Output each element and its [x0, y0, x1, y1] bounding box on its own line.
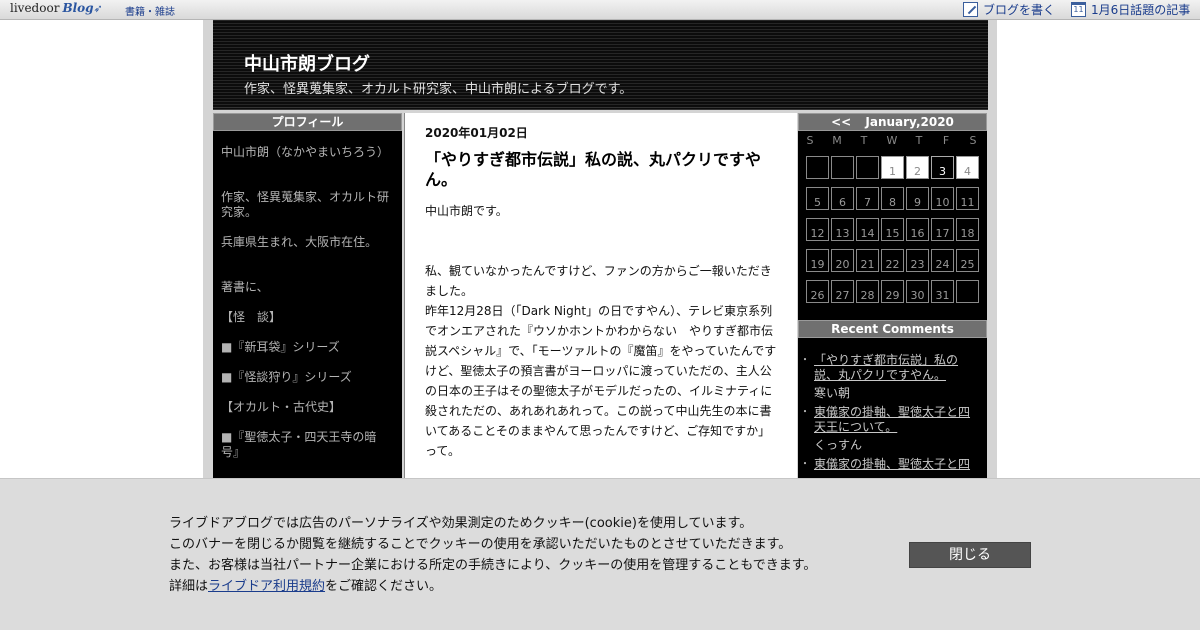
- calendar-day: 27: [831, 280, 854, 303]
- weekday-label: S: [806, 134, 814, 147]
- weekday-label: S: [969, 134, 977, 147]
- calendar-header: << January,2020: [798, 113, 987, 131]
- calendar-day[interactable]: 3: [931, 156, 954, 179]
- profile-book-item[interactable]: ■『怪談狩り』シリーズ: [221, 370, 394, 385]
- calendar-day: 22: [881, 249, 904, 272]
- comment-post-link[interactable]: 東儀家の掛軸、聖徳太子と四: [814, 457, 970, 471]
- calendar-day: 5: [806, 187, 829, 210]
- cookie-line: また、お客様は当社パートナー企業における所定の手続きにより、クッキーの使用を管理…: [169, 558, 817, 573]
- calendar-day: 29: [881, 280, 904, 303]
- post-paragraph: 私、観ていなかったんですけど、ファンの方からご一報いただきました。: [425, 264, 772, 298]
- profile-section: 中山市朗（なかやまいちろう） 作家、怪異蒐集家、オカルト研究家。 兵庫県生まれ、…: [213, 131, 402, 460]
- profile-book-item[interactable]: ■『新耳袋』シリーズ: [221, 340, 394, 355]
- recent-comments-heading: Recent Comments: [798, 320, 987, 338]
- calendar-day: 16: [906, 218, 929, 241]
- trending-articles-link[interactable]: 11 1月6日話題の記事: [1071, 1, 1190, 18]
- calendar-day: 26: [806, 280, 829, 303]
- calendar-day: 23: [906, 249, 929, 272]
- calendar-day: 30: [906, 280, 929, 303]
- weekday-label: M: [832, 134, 842, 147]
- calendar-day: 13: [831, 218, 854, 241]
- blog-header: 中山市朗ブログ 作家、怪異蒐集家、オカルト研究家、中山市朗によるブログです。: [213, 20, 988, 110]
- calendar-prev-link[interactable]: <<: [831, 115, 851, 129]
- profile-books-intro: 著書に、: [221, 280, 269, 294]
- logo-blog-text: Blog: [62, 1, 94, 15]
- calendar-day: 19: [806, 249, 829, 272]
- calendar-day: 6: [831, 187, 854, 210]
- profile-name: 中山市朗（なかやまいちろう）: [221, 145, 390, 159]
- comment-author: 寒い朝: [814, 386, 851, 400]
- calendar-day: 21: [856, 249, 879, 272]
- cookie-line: ライブドアブログでは広告のパーソナライズや効果測定のためクッキー(cookie)…: [169, 516, 753, 531]
- calendar-day: 25: [956, 249, 979, 272]
- calendar-day: 20: [831, 249, 854, 272]
- weekday-label: T: [915, 134, 923, 147]
- profile-category-occult: 【オカルト・古代史】: [221, 400, 342, 414]
- calendar-icon: 11: [1071, 2, 1086, 17]
- calendar-empty-cell: [831, 156, 854, 179]
- list-item: 東儀家の掛軸、聖徳太子と四天王について。 くっすん: [800, 405, 980, 453]
- calendar-day: 8: [881, 187, 904, 210]
- comment-post-link[interactable]: 「やりすぎ都市伝説」私の説、丸パクリですやん。: [814, 353, 958, 382]
- calendar-day: 17: [931, 218, 954, 241]
- calendar-day[interactable]: 1: [881, 156, 904, 179]
- list-item: 「やりすぎ都市伝説」私の説、丸パクリですやん。 寒い朝: [800, 353, 980, 401]
- calendar-day: 18: [956, 218, 979, 241]
- terms-of-use-link[interactable]: ライブドア利用規約: [208, 579, 325, 594]
- profile-residence: 兵庫県生まれ、大阪市在住。: [221, 235, 378, 249]
- top-navigation-bar: livedoor Blog➶ 書籍・雑誌 ブログを書く 11 1月6日話題の記事: [0, 0, 1200, 20]
- cookie-consent-banner: ライブドアブログでは広告のパーソナライズや効果測定のためクッキー(cookie)…: [0, 478, 1200, 630]
- blog-title[interactable]: 中山市朗ブログ: [244, 50, 370, 76]
- calendar-weekdays: S M T W T F S: [798, 134, 987, 148]
- calendar-day[interactable]: 2: [906, 156, 929, 179]
- post-paragraph: 中山市朗です。: [425, 204, 508, 218]
- post-title[interactable]: 「やりすぎ都市伝説」私の説、丸パクリですやん。: [425, 150, 770, 190]
- write-blog-link[interactable]: ブログを書く: [963, 1, 1055, 18]
- logo-wing-icon: ➶: [93, 2, 103, 15]
- profile-heading: プロフィール: [213, 113, 402, 131]
- profile-occupation: 作家、怪異蒐集家、オカルト研究家。: [221, 190, 390, 219]
- weekday-label: W: [886, 134, 898, 147]
- cookie-line: 詳細はライブドア利用規約をご確認ください。: [169, 576, 889, 597]
- cookie-text: ライブドアブログでは広告のパーソナライズや効果測定のためクッキー(cookie)…: [169, 513, 889, 597]
- calendar-month-label: January,2020: [865, 115, 954, 129]
- blog-description: 作家、怪異蒐集家、オカルト研究家、中山市朗によるブログです。: [244, 82, 633, 97]
- calendar-day: 11: [956, 187, 979, 210]
- cookie-line: このバナーを閉じるか閲覧を継続することでクッキーの使用を承認いただいたものとさせ…: [169, 537, 792, 552]
- calendar-day: 28: [856, 280, 879, 303]
- write-blog-label: ブログを書く: [983, 3, 1056, 17]
- calendar-empty-cell: [806, 156, 829, 179]
- calendar-day: 15: [881, 218, 904, 241]
- calendar-day: 10: [931, 187, 954, 210]
- comment-post-link[interactable]: 東儀家の掛軸、聖徳太子と四天王について。: [814, 405, 970, 434]
- post-date: 2020年01月02日: [425, 126, 528, 140]
- pencil-icon: [963, 2, 978, 17]
- cookie-details-prefix: 詳細は: [169, 579, 209, 594]
- trending-articles-label: 1月6日話題の記事: [1091, 3, 1191, 17]
- cookie-details-suffix: をご確認ください。: [325, 579, 443, 594]
- logo-text: livedoor: [10, 1, 60, 15]
- calendar-day: 24: [931, 249, 954, 272]
- recent-comments-list: 「やりすぎ都市伝説」私の説、丸パクリですやん。 寒い朝 東儀家の掛軸、聖徳太子と…: [800, 353, 980, 476]
- calendar-empty-cell: [956, 280, 979, 303]
- books-magazines-link[interactable]: 書籍・雑誌: [125, 3, 175, 18]
- comment-author: くっすん: [814, 438, 863, 452]
- post-body: 中山市朗です。 私、観ていなかったんですけど、ファンの方からご一報いただきました…: [425, 201, 777, 461]
- livedoor-blog-logo[interactable]: livedoor Blog➶: [10, 1, 103, 15]
- calendar-day[interactable]: 4: [956, 156, 979, 179]
- weekday-label: T: [860, 134, 868, 147]
- calendar-day: 9: [906, 187, 929, 210]
- post-paragraph: 昨年12月28日（「Dark Night」の日ですやん）、テレビ東京系列でオンエ…: [425, 304, 777, 458]
- recent-comments-section: Recent Comments: [798, 320, 987, 338]
- calendar-day: 7: [856, 187, 879, 210]
- calendar-day: 31: [931, 280, 954, 303]
- close-button[interactable]: 閉じる: [909, 542, 1031, 568]
- calendar-day: 12: [806, 218, 829, 241]
- profile-book-item[interactable]: ■『聖徳太子・四天王寺の暗号』: [221, 430, 394, 460]
- calendar-day: 14: [856, 218, 879, 241]
- weekday-label: F: [942, 134, 950, 147]
- profile-category-kaidan: 【怪 談】: [221, 310, 282, 324]
- calendar-empty-cell: [856, 156, 879, 179]
- list-item: 東儀家の掛軸、聖徳太子と四: [800, 457, 980, 472]
